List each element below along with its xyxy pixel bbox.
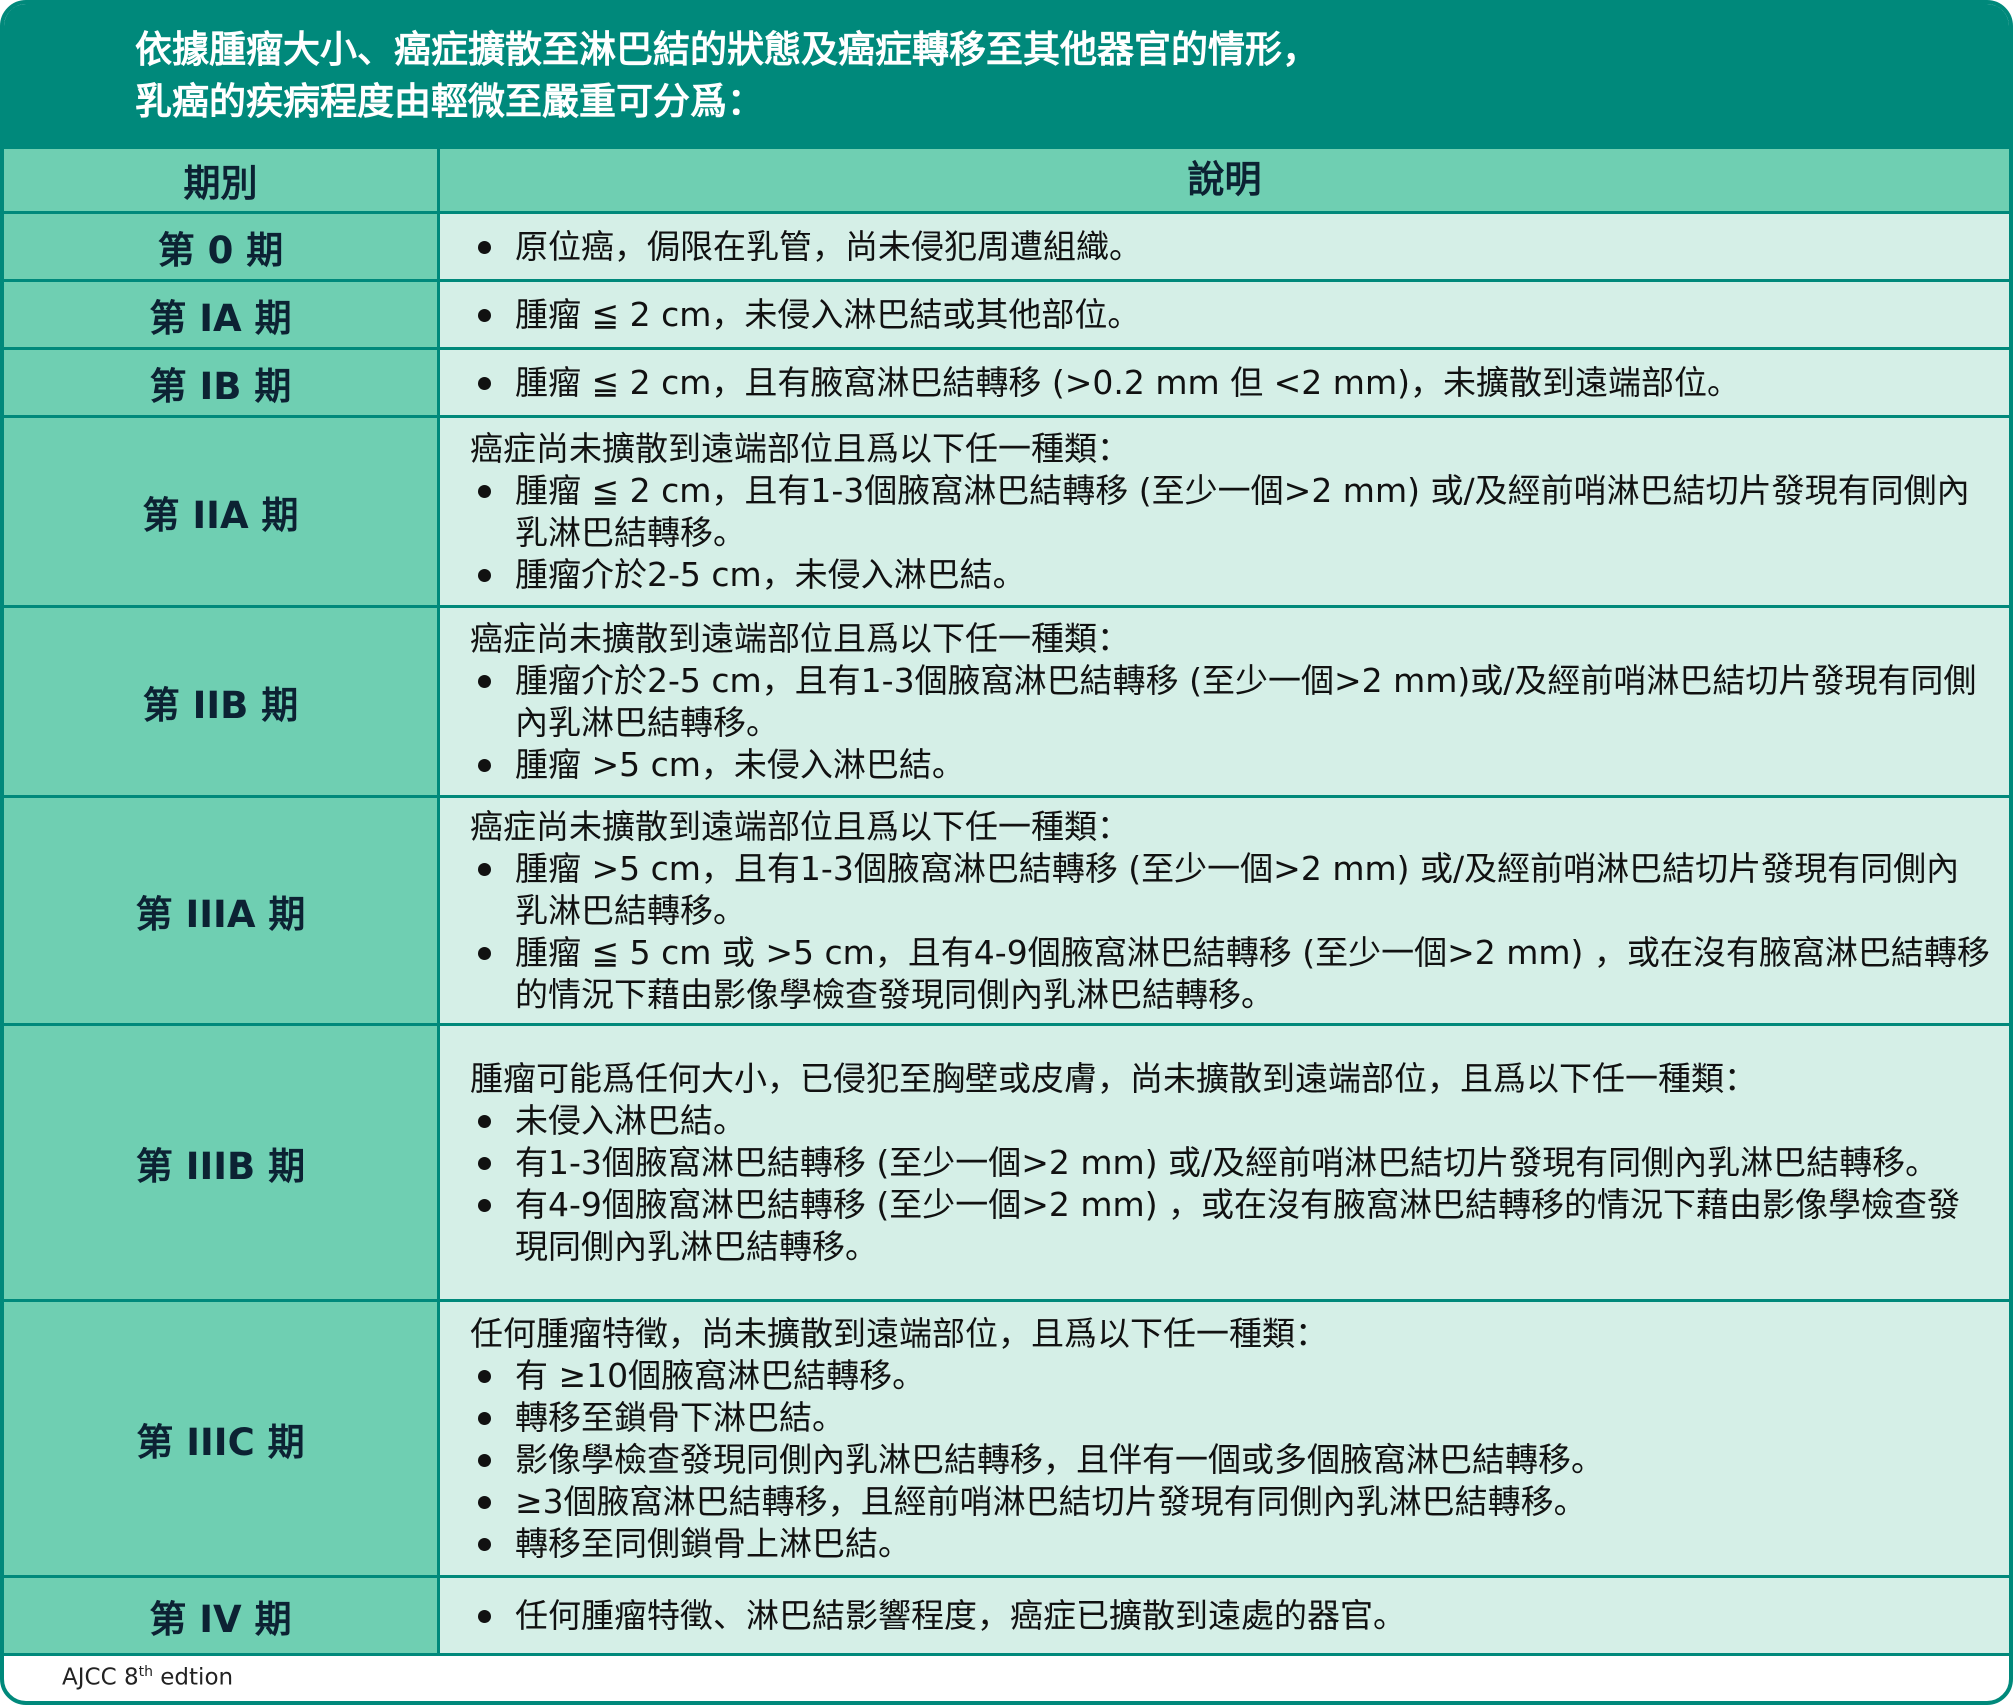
description-intro: 任何腫瘤特徵，尚未擴散到遠端部位，且爲以下任一種類：: [470, 1313, 1328, 1353]
bullet-dot-icon: [478, 1537, 491, 1551]
bullet-text: 腫瘤介於2-5 cm，未侵入淋巴結。: [515, 554, 1026, 594]
staging-table: 期別 說明 第 0 期原位癌，侷限在乳管，尚未侵犯周遭組織。第 IA 期腫瘤 ≦…: [4, 146, 2009, 1656]
stage-cell: 第 IIB 期: [4, 608, 440, 795]
bullet-dot-icon: [478, 1453, 491, 1467]
stage-cell: 第 IV 期: [4, 1578, 440, 1653]
header-description: 說明: [440, 149, 2009, 211]
description-cell: 任何腫瘤特徵、淋巴結影響程度，癌症已擴散到遠處的器官。: [440, 1578, 2009, 1653]
description-cell: 原位癌，侷限在乳管，尚未侵犯周遭組織。: [440, 214, 2009, 279]
list-item: 未侵入淋巴結。: [470, 1100, 1991, 1142]
list-item: ≥3個腋窩淋巴結轉移，且經前哨淋巴結切片發現有同側內乳淋巴結轉移。: [470, 1481, 1991, 1523]
bullet-dot-icon: [478, 484, 491, 498]
title-line-1: 依據腫瘤大小、癌症擴散至淋巴結的狀態及癌症轉移至其他器官的情形，: [135, 28, 1319, 71]
bullet-dot-icon: [478, 674, 491, 688]
stage-cell: 第 IIIA 期: [4, 798, 440, 1023]
table-row: 第 0 期 原位癌，侷限在乳管，尚未侵犯周遭組織。: [4, 214, 2009, 282]
table-header-row: 期別 說明: [4, 149, 2009, 214]
list-item: 有1-3個腋窩淋巴結轉移 (至少一個>2 mm) 或/及經前哨淋巴結切片發現有同…: [470, 1142, 1991, 1184]
list-item: 有 ≥10個腋窩淋巴結轉移。: [470, 1355, 1991, 1397]
stage-cell: 第 IA 期: [4, 282, 440, 347]
list-item: 腫瘤 ≦ 2 cm，未侵入淋巴結或其他部位。: [470, 294, 1991, 336]
list-item: 有4-9個腋窩淋巴結轉移 (至少一個>2 mm) ，或在沒有腋窩淋巴結轉移的情況…: [470, 1184, 1991, 1268]
bullet-dot-icon: [478, 376, 491, 390]
bullet-text: 原位癌，侷限在乳管，尚未侵犯周遭組織。: [515, 226, 1142, 266]
bullet-dot-icon: [478, 1156, 491, 1170]
list-item: 任何腫瘤特徵、淋巴結影響程度，癌症已擴散到遠處的器官。: [470, 1595, 1991, 1637]
bullet-text: 有 ≥10個腋窩淋巴結轉移。: [515, 1355, 926, 1395]
bullet-dot-icon: [478, 1369, 491, 1383]
footnote-suffix: edtion: [152, 1664, 234, 1691]
description-cell: 任何腫瘤特徵，尚未擴散到遠端部位，且爲以下任一種類：有 ≥10個腋窩淋巴結轉移。…: [440, 1302, 2009, 1575]
table-row: 第 IIIA 期癌症尚未擴散到遠端部位且爲以下任一種類： 腫瘤 >5 cm，且有1…: [4, 798, 2009, 1026]
bullet-text: 腫瘤 ≦ 2 cm，且有1-3個腋窩淋巴結轉移 (至少一個>2 mm) 或/及經…: [515, 470, 1970, 552]
footnote-superscript: th: [138, 1664, 153, 1680]
description-cell: 癌症尚未擴散到遠端部位且爲以下任一種類： 腫瘤 ≦ 2 cm，且有1-3個腋窩淋巴…: [440, 418, 2009, 605]
bullet-text: 任何腫瘤特徵、淋巴結影響程度，癌症已擴散到遠處的器官。: [515, 1595, 1406, 1635]
list-item: 腫瘤 ≦ 2 cm，且有1-3個腋窩淋巴結轉移 (至少一個>2 mm) 或/及經…: [470, 470, 1991, 554]
bullet-dot-icon: [478, 568, 491, 582]
bullet-dot-icon: [478, 1495, 491, 1509]
bullet-text: 腫瘤 >5 cm，未侵入淋巴結。: [515, 744, 965, 784]
bullet-text: ≥3個腋窩淋巴結轉移，且經前哨淋巴結切片發現有同側內乳淋巴結轉移。: [515, 1481, 1587, 1521]
bullet-dot-icon: [478, 240, 491, 254]
bullet-dot-icon: [478, 1411, 491, 1425]
description-intro: 癌症尚未擴散到遠端部位且爲以下任一種類：: [470, 618, 1130, 658]
bullet-dot-icon: [478, 1198, 491, 1212]
stage-cell: 第 IIA 期: [4, 418, 440, 605]
bullet-dot-icon: [478, 1609, 491, 1623]
list-item: 影像學檢查發現同側內乳淋巴結轉移，且伴有一個或多個腋窩淋巴結轉移。: [470, 1439, 1991, 1481]
bullet-text: 腫瘤 ≦ 2 cm，且有腋窩淋巴結轉移 (>0.2 mm 但 <2 mm)，未擴…: [515, 362, 1740, 402]
description-intro: 癌症尚未擴散到遠端部位且爲以下任一種類：: [470, 806, 1130, 846]
description-cell: 腫瘤 ≦ 2 cm，且有腋窩淋巴結轉移 (>0.2 mm 但 <2 mm)，未擴…: [440, 350, 2009, 415]
list-item: 原位癌，侷限在乳管，尚未侵犯周遭組織。: [470, 226, 1991, 268]
list-item: 轉移至鎖骨下淋巴結。: [470, 1397, 1991, 1439]
list-item: 腫瘤介於2-5 cm，且有1-3個腋窩淋巴結轉移 (至少一個>2 mm)或/及經…: [470, 660, 1991, 744]
bullet-text: 腫瘤 ≦ 5 cm 或 >5 cm，且有4-9個腋窩淋巴結轉移 (至少一個>2 …: [515, 932, 1990, 1014]
table-row: 第 IIA 期癌症尚未擴散到遠端部位且爲以下任一種類： 腫瘤 ≦ 2 cm，且有1…: [4, 418, 2009, 608]
bullet-text: 腫瘤介於2-5 cm，且有1-3個腋窩淋巴結轉移 (至少一個>2 mm)或/及經…: [515, 660, 1977, 742]
description-cell: 癌症尚未擴散到遠端部位且爲以下任一種類： 腫瘤 >5 cm，且有1-3個腋窩淋巴結…: [440, 798, 2009, 1023]
bullet-text: 影像學檢查發現同側內乳淋巴結轉移，且伴有一個或多個腋窩淋巴結轉移。: [515, 1439, 1604, 1479]
table-row: 第 IV 期 任何腫瘤特徵、淋巴結影響程度，癌症已擴散到遠處的器官。: [4, 1578, 2009, 1656]
table-row: 第 IIB 期癌症尚未擴散到遠端部位且爲以下任一種類： 腫瘤介於2-5 cm，且有…: [4, 608, 2009, 798]
description-cell: 腫瘤 ≦ 2 cm，未侵入淋巴結或其他部位。: [440, 282, 2009, 347]
stage-cell: 第 0 期: [4, 214, 440, 279]
description-cell: 腫瘤可能爲任何大小，已侵犯至胸壁或皮膚，尚未擴散到遠端部位，且爲以下任一種類：未…: [440, 1026, 2009, 1299]
bullet-text: 未侵入淋巴結。: [515, 1100, 746, 1140]
stage-cell: 第 IIIB 期: [4, 1026, 440, 1299]
title-line-2: 乳癌的疾病程度由輕微至嚴重可分爲：: [135, 80, 764, 123]
bullet-text: 有1-3個腋窩淋巴結轉移 (至少一個>2 mm) 或/及經前哨淋巴結切片發現有同…: [515, 1142, 1939, 1182]
table-row: 第 IIIC 期任何腫瘤特徵，尚未擴散到遠端部位，且爲以下任一種類：有 ≥10個…: [4, 1302, 2009, 1578]
bullet-text: 腫瘤 >5 cm，且有1-3個腋窩淋巴結轉移 (至少一個>2 mm) 或/及經前…: [515, 848, 1960, 930]
list-item: 腫瘤介於2-5 cm，未侵入淋巴結。: [470, 554, 1991, 596]
list-item: 腫瘤 >5 cm，未侵入淋巴結。: [470, 744, 1991, 786]
bullet-text: 腫瘤 ≦ 2 cm，未侵入淋巴結或其他部位。: [515, 294, 1141, 334]
bullet-dot-icon: [478, 862, 491, 876]
bullet-text: 有4-9個腋窩淋巴結轉移 (至少一個>2 mm) ，或在沒有腋窩淋巴結轉移的情況…: [515, 1184, 1961, 1266]
stage-cell: 第 IB 期: [4, 350, 440, 415]
table-row: 第 IIIB 期腫瘤可能爲任何大小，已侵犯至胸壁或皮膚，尚未擴散到遠端部位，且爲…: [4, 1026, 2009, 1302]
description-intro: 腫瘤可能爲任何大小，已侵犯至胸壁或皮膚，尚未擴散到遠端部位，且爲以下任一種類：: [470, 1058, 1757, 1098]
header-stage: 期別: [4, 149, 440, 211]
staging-card: 依據腫瘤大小、癌症擴散至淋巴結的狀態及癌症轉移至其他器官的情形， 乳癌的疾病程度…: [0, 0, 2013, 1705]
bullet-dot-icon: [478, 308, 491, 322]
list-item: 轉移至同側鎖骨上淋巴結。: [470, 1523, 1991, 1565]
table-row: 第 IB 期 腫瘤 ≦ 2 cm，且有腋窩淋巴結轉移 (>0.2 mm 但 <2 …: [4, 350, 2009, 418]
bullet-text: 轉移至鎖骨下淋巴結。: [515, 1397, 845, 1437]
list-item: 腫瘤 ≦ 2 cm，且有腋窩淋巴結轉移 (>0.2 mm 但 <2 mm)，未擴…: [470, 362, 1991, 404]
title-banner: 依據腫瘤大小、癌症擴散至淋巴結的狀態及癌症轉移至其他器官的情形， 乳癌的疾病程度…: [4, 4, 2009, 146]
bullet-dot-icon: [478, 1114, 491, 1128]
bullet-dot-icon: [478, 946, 491, 960]
bullet-dot-icon: [478, 758, 491, 772]
table-row: 第 IA 期 腫瘤 ≦ 2 cm，未侵入淋巴結或其他部位。: [4, 282, 2009, 350]
footnote: AJCC 8th edtion: [62, 1664, 233, 1691]
footnote-prefix: AJCC 8: [62, 1664, 139, 1691]
description-intro: 癌症尚未擴散到遠端部位且爲以下任一種類：: [470, 428, 1130, 468]
bullet-text: 轉移至同側鎖骨上淋巴結。: [515, 1523, 911, 1563]
list-item: 腫瘤 ≦ 5 cm 或 >5 cm，且有4-9個腋窩淋巴結轉移 (至少一個>2 …: [470, 932, 1991, 1016]
stage-cell: 第 IIIC 期: [4, 1302, 440, 1575]
list-item: 腫瘤 >5 cm，且有1-3個腋窩淋巴結轉移 (至少一個>2 mm) 或/及經前…: [470, 848, 1991, 932]
description-cell: 癌症尚未擴散到遠端部位且爲以下任一種類： 腫瘤介於2-5 cm，且有1-3個腋窩淋…: [440, 608, 2009, 795]
